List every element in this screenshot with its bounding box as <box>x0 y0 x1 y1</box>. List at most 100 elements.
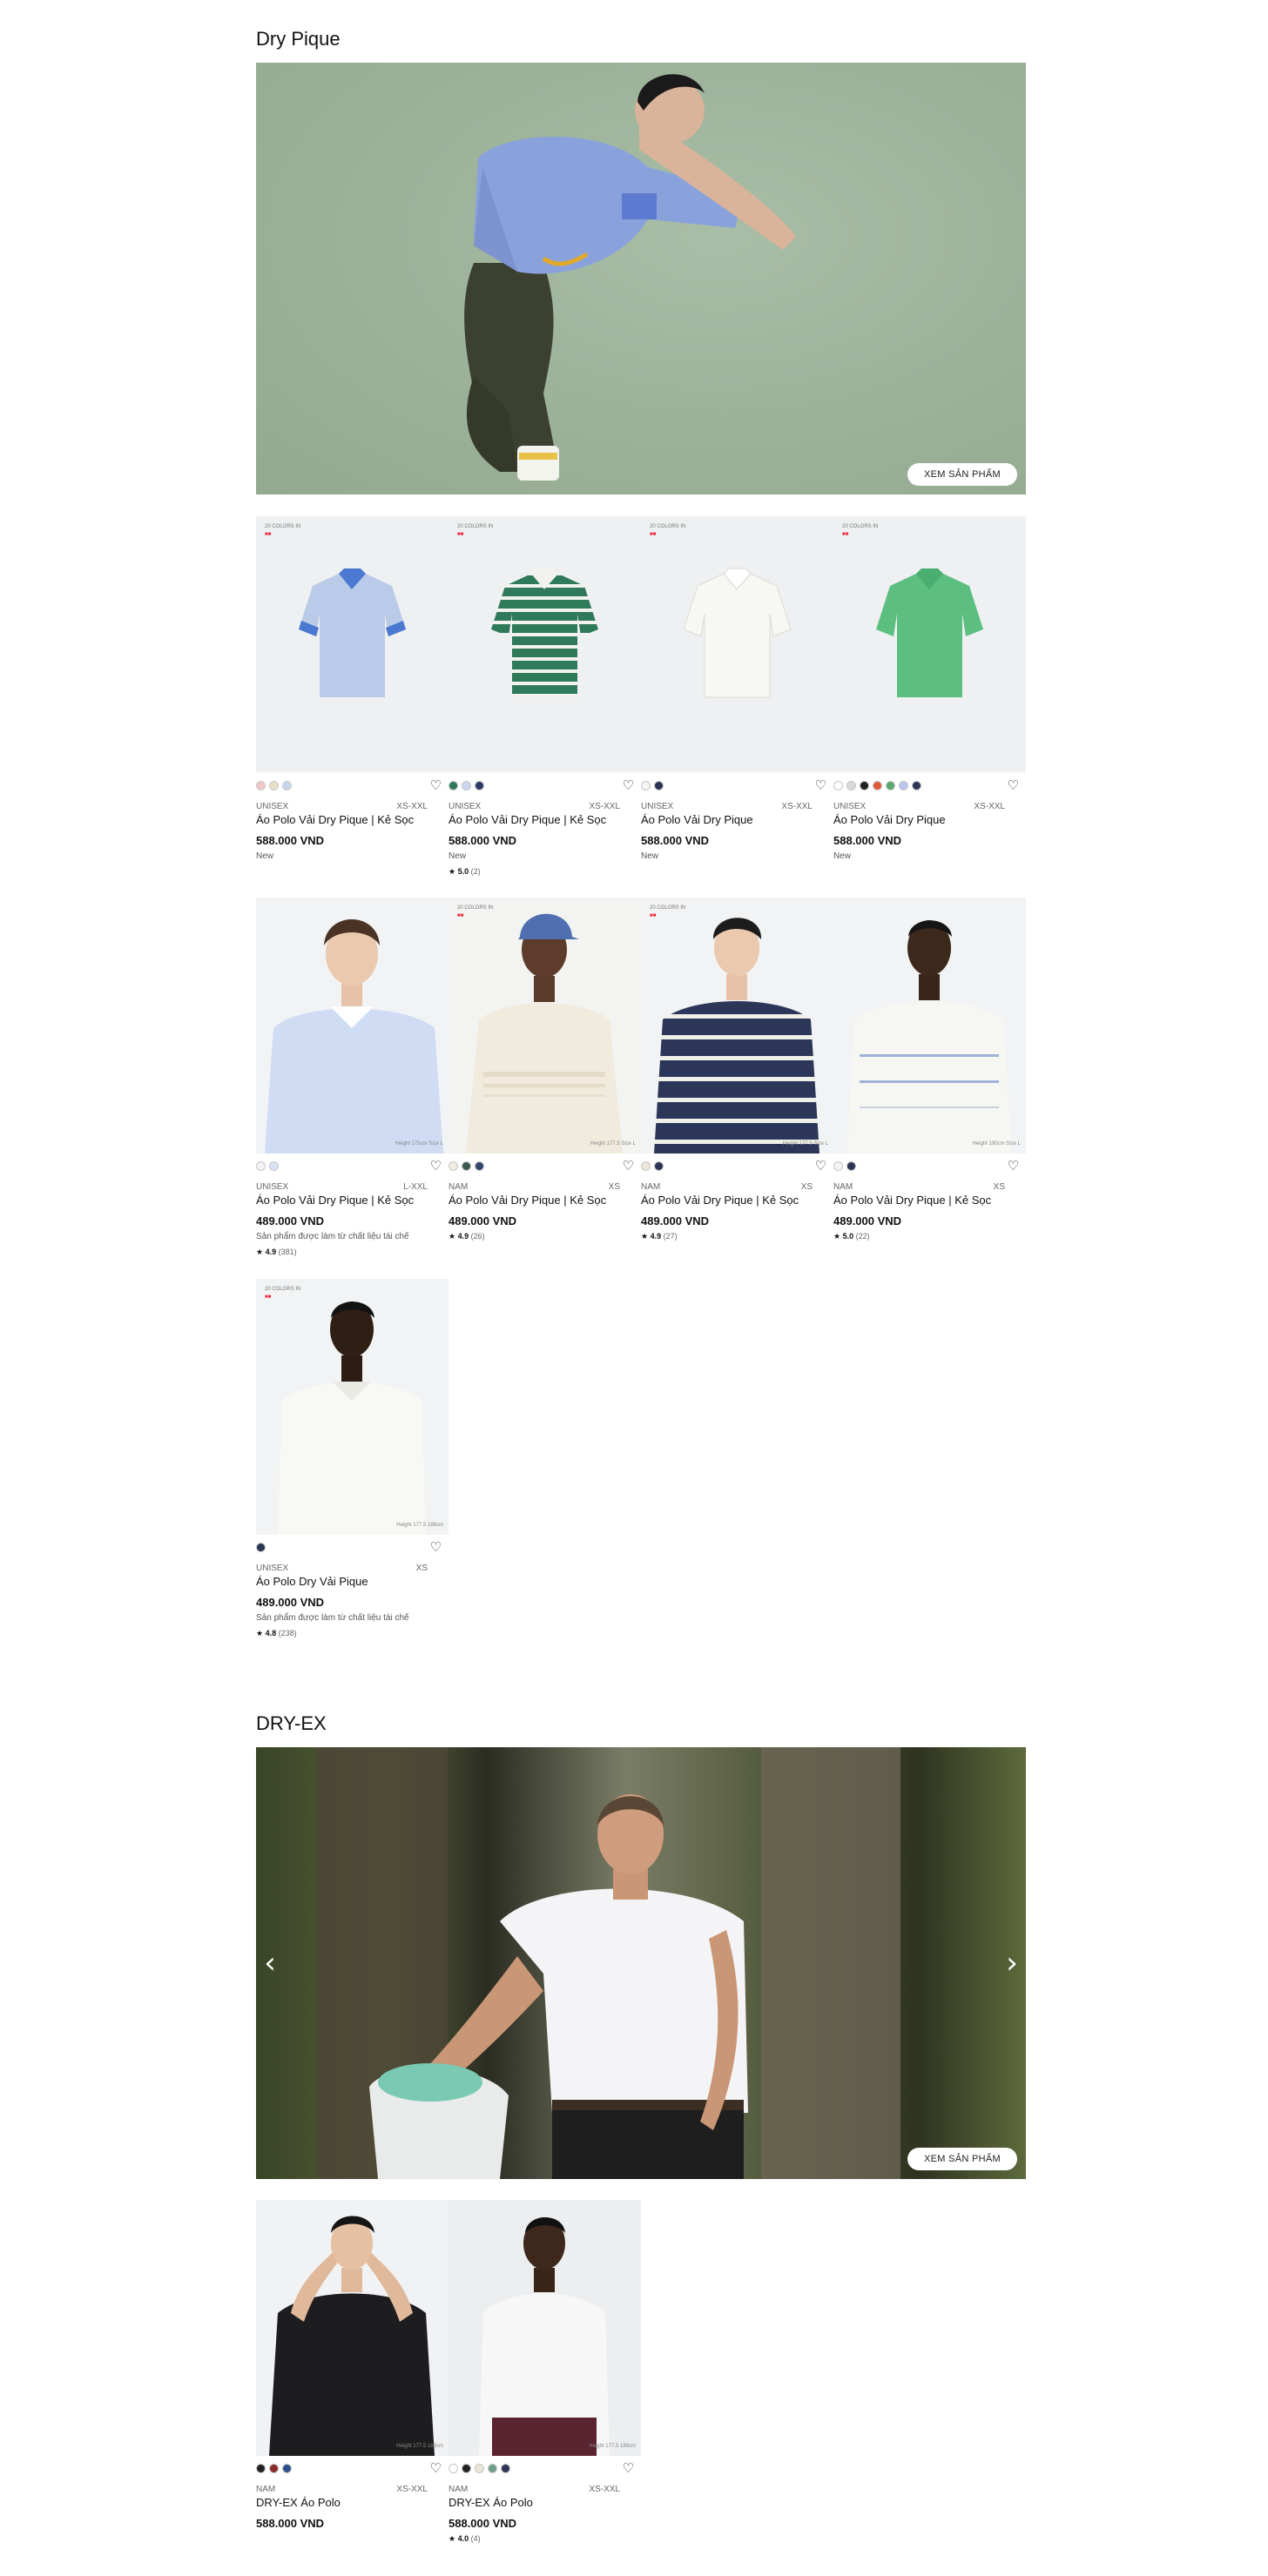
color-swatch[interactable] <box>462 781 471 790</box>
color-swatch[interactable] <box>282 2464 292 2473</box>
color-swatches <box>833 1161 856 1171</box>
color-swatch[interactable] <box>475 2464 484 2473</box>
color-swatch[interactable] <box>462 2464 471 2473</box>
heart-icon[interactable]: ♡ <box>430 779 442 792</box>
height-note: Height 177.5 188cm <box>396 1523 443 1528</box>
color-swatches <box>641 781 664 790</box>
color-swatch[interactable] <box>641 1161 651 1171</box>
heart-icon[interactable]: ♡ <box>815 779 826 792</box>
color-swatch[interactable] <box>833 781 843 790</box>
product-image[interactable]: 20 COLORS IN ■■ <box>641 516 833 772</box>
badge-text: 20 COLORS IN <box>265 524 301 529</box>
color-swatch[interactable] <box>501 2464 510 2473</box>
heart-icon[interactable]: ♡ <box>430 1541 442 1554</box>
model-photo <box>256 2200 449 2456</box>
product-price: 588.000 VND <box>641 834 710 847</box>
heart-icon[interactable]: ♡ <box>623 2462 634 2475</box>
hero-banner-dry-pique[interactable]: XEM SẢN PHẨM <box>256 63 1026 494</box>
view-products-button[interactable]: XEM SẢN PHẨM <box>907 2148 1017 2170</box>
heart-icon[interactable]: ♡ <box>623 1160 634 1173</box>
color-swatch[interactable] <box>269 2464 279 2473</box>
color-swatch[interactable] <box>256 781 266 790</box>
color-swatch[interactable] <box>846 1161 856 1171</box>
product-name[interactable]: Áo Polo Vải Dry Pique | Kẻ Sọc <box>641 1194 799 1207</box>
color-swatch[interactable] <box>846 781 856 790</box>
product-name[interactable]: Áo Polo Dry Vải Pique <box>256 1575 368 1588</box>
heart-icon[interactable]: ♡ <box>815 1160 826 1173</box>
color-swatch[interactable] <box>269 781 279 790</box>
hero-carousel-dry-ex[interactable]: ‹ › XEM SẢN PHẨM <box>256 1747 1026 2179</box>
color-swatch[interactable] <box>256 1161 266 1171</box>
badge-mark: ■■ <box>457 913 464 918</box>
product-image[interactable]: 20 COLORS IN ■■ <box>833 516 1026 772</box>
color-swatches <box>256 1161 279 1171</box>
product-name[interactable]: Áo Polo Vải Dry Pique | Kẻ Sọc <box>833 1194 991 1207</box>
color-swatch[interactable] <box>449 1161 458 1171</box>
color-swatch[interactable] <box>641 781 651 790</box>
color-swatch[interactable] <box>256 1543 266 1552</box>
product-name[interactable]: Áo Polo Vải Dry Pique | Kẻ Sọc <box>449 1194 606 1207</box>
color-swatch[interactable] <box>282 781 292 790</box>
chevron-left-icon[interactable]: ‹ <box>260 1946 280 1981</box>
product-name[interactable]: DRY-EX Áo Polo <box>256 2496 341 2509</box>
color-swatch[interactable] <box>654 1161 664 1171</box>
badge-text: 20 COLORS IN <box>457 905 494 911</box>
product-gender: NAM <box>833 1182 853 1192</box>
color-swatch[interactable] <box>269 1161 279 1171</box>
product-name[interactable]: Áo Polo Vải Dry Pique | Kẻ Sọc <box>256 1194 414 1207</box>
badge-text: 20 COLORS IN <box>650 905 686 911</box>
color-swatch[interactable] <box>899 781 908 790</box>
model-photo <box>256 1279 449 1535</box>
color-swatch[interactable] <box>475 781 484 790</box>
color-swatch[interactable] <box>488 2464 497 2473</box>
section-title-dry-ex: DRY-EX <box>256 1712 327 1734</box>
product-name[interactable]: Áo Polo Vải Dry Pique | Kẻ Sọc <box>449 813 606 826</box>
heart-icon[interactable]: ♡ <box>1008 779 1019 792</box>
rating-value: 4.9 <box>650 1232 662 1241</box>
product-name[interactable]: Áo Polo Vải Dry Pique <box>641 813 753 826</box>
color-swatch[interactable] <box>833 1161 843 1171</box>
product-gender: UNISEX <box>256 1564 289 1573</box>
product-image[interactable]: Height 177.5 188cm <box>449 2200 641 2456</box>
product-size: XS-XXL <box>589 2485 620 2494</box>
review-count: (2) <box>470 867 481 876</box>
color-swatch[interactable] <box>912 781 921 790</box>
product-price: 489.000 VND <box>449 1214 517 1227</box>
color-swatch[interactable] <box>475 1161 484 1171</box>
view-products-button[interactable]: XEM SẢN PHẨM <box>907 463 1017 486</box>
product-image[interactable]: Height 177.5 188cm <box>256 2200 449 2456</box>
product-size: XS-XXL <box>589 802 620 811</box>
product-name[interactable]: Áo Polo Vải Dry Pique <box>833 813 946 826</box>
product-rating: ★ 5.0 (22) <box>833 1232 870 1241</box>
heart-icon[interactable]: ♡ <box>623 779 634 792</box>
color-swatch[interactable] <box>449 2464 458 2473</box>
heart-icon[interactable]: ♡ <box>430 1160 442 1173</box>
product-name[interactable]: DRY-EX Áo Polo <box>449 2496 533 2509</box>
product-image[interactable]: 20 COLORS IN ■■ <box>449 516 641 772</box>
product-name[interactable]: Áo Polo Vải Dry Pique | Kẻ Sọc <box>256 813 414 826</box>
product-image[interactable]: 20 COLORS IN ■■ Height 177.5 188cm <box>256 1279 449 1535</box>
heart-icon[interactable]: ♡ <box>1008 1160 1019 1173</box>
product-rating: ★ 4.0 (4) <box>449 2534 481 2544</box>
product-rating: ★ 4.9 (381) <box>256 1248 297 1257</box>
height-note: Height 190cm Size L <box>972 1141 1021 1147</box>
product-size: XS <box>800 1182 813 1192</box>
product-image[interactable]: 20 COLORS IN ■■ Height 177.5 Size L <box>641 898 833 1153</box>
product-image[interactable]: Height 190cm Size L <box>833 898 1026 1153</box>
star-icon: ★ <box>449 867 456 876</box>
star-icon: ★ <box>449 2534 456 2543</box>
color-swatch[interactable] <box>886 781 895 790</box>
color-swatch[interactable] <box>256 2464 266 2473</box>
product-gender: UNISEX <box>256 802 289 811</box>
color-swatch[interactable] <box>462 1161 471 1171</box>
heart-icon[interactable]: ♡ <box>430 2462 442 2475</box>
product-image[interactable]: 20 COLORS IN ■■ Height 177.5 Size L <box>449 898 641 1153</box>
product-image[interactable]: Height 175cm Size L <box>256 898 449 1153</box>
color-swatch[interactable] <box>449 781 458 790</box>
color-swatch[interactable] <box>873 781 882 790</box>
color-swatch[interactable] <box>654 781 664 790</box>
color-swatch[interactable] <box>860 781 869 790</box>
chevron-right-icon[interactable]: › <box>1002 1946 1022 1981</box>
rating-value: 5.0 <box>842 1232 854 1241</box>
product-image[interactable]: 20 COLORS IN ■■ <box>256 516 449 772</box>
